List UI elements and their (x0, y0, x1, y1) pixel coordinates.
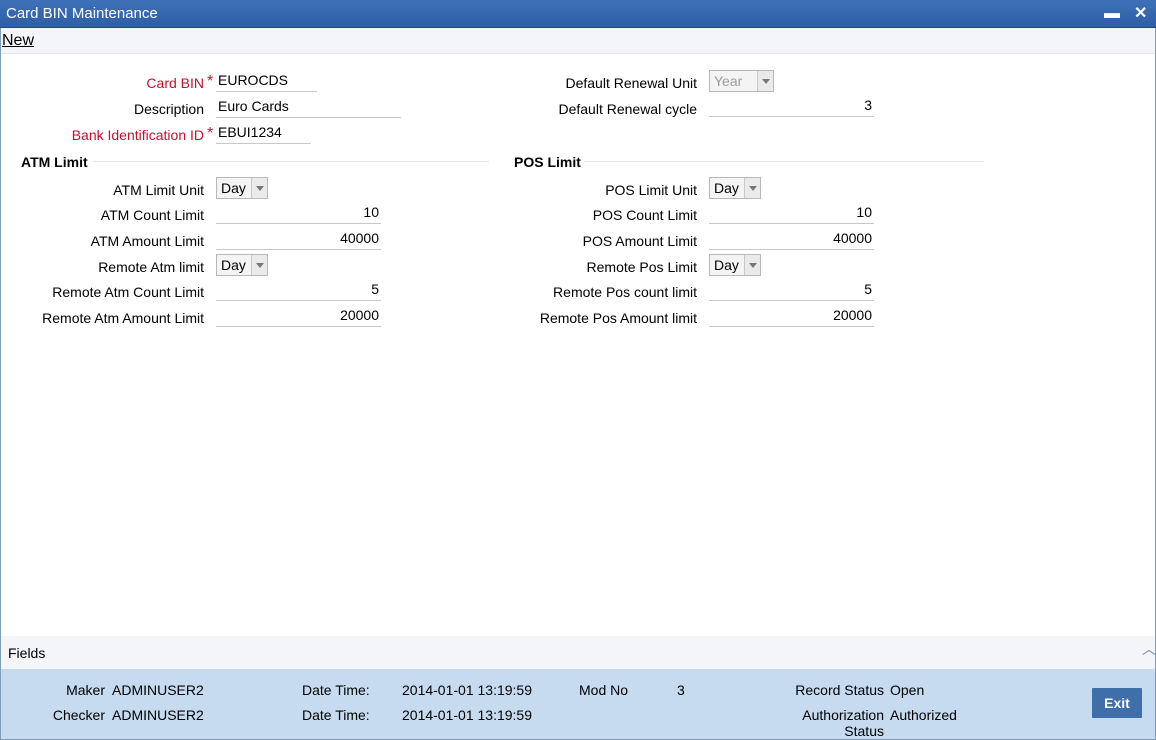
mod-no-label: Mod No (579, 682, 629, 698)
atm-count-limit-field[interactable]: 10 (216, 202, 381, 224)
fields-label: Fields (8, 645, 46, 661)
remote-atm-limit-select[interactable]: Day (216, 254, 268, 276)
checker-label: Checker (52, 707, 105, 723)
atm-limit-heading: ATM Limit (21, 154, 88, 170)
remote-pos-amount-field[interactable]: 20000 (709, 305, 874, 327)
pos-amount-limit-label: POS Amount Limit (582, 233, 697, 249)
minimize-icon[interactable]: ▬ (1104, 5, 1120, 23)
remote-pos-count-label: Remote Pos count limit (553, 284, 697, 300)
maker-datetime-label: Date Time: (302, 682, 370, 698)
description-field[interactable]: Euro Cards (216, 96, 401, 118)
pos-section-divider (585, 161, 984, 162)
bank-id-label: Bank Identification ID (71, 127, 204, 143)
atm-amount-limit-field[interactable]: 40000 (216, 228, 381, 250)
window-title: Card BIN Maintenance (6, 5, 158, 22)
checker-datetime-value: 2014-01-01 13:19:59 (402, 707, 532, 723)
toolbar: New (1, 28, 1155, 54)
pos-count-limit-field[interactable]: 10 (709, 202, 874, 224)
atm-limit-unit-value: Day (221, 180, 246, 196)
atm-limit-unit-select[interactable]: Day (216, 177, 268, 199)
pos-limit-unit-select[interactable]: Day (709, 177, 761, 199)
remote-atm-count-field[interactable]: 5 (216, 279, 381, 301)
chevron-up-icon[interactable]: ︿ (1142, 639, 1156, 659)
remote-atm-amount-label: Remote Atm Amount Limit (42, 310, 204, 326)
chevron-down-icon (744, 178, 760, 198)
auth-status-label-line1: Authorization (802, 707, 884, 723)
chevron-down-icon (251, 178, 267, 198)
auth-status-label-line2: Status (844, 723, 884, 739)
title-bar: Card BIN Maintenance ▬ ✕ (0, 0, 1156, 28)
pos-count-limit-label: POS Count Limit (592, 207, 697, 223)
atm-limit-unit-label: ATM Limit Unit (113, 182, 204, 198)
audit-footer: Maker ADMINUSER2 Checker ADMINUSER2 Date… (1, 669, 1155, 739)
remote-pos-limit-select[interactable]: Day (709, 254, 761, 276)
new-link[interactable]: New (2, 32, 34, 50)
checker-datetime-label: Date Time: (302, 707, 370, 723)
remote-atm-count-label: Remote Atm Count Limit (52, 284, 204, 300)
pos-limit-unit-value: Day (714, 180, 739, 196)
required-marker: * (207, 125, 214, 142)
atm-section-divider (93, 161, 489, 162)
atm-amount-limit-label: ATM Amount Limit (90, 233, 204, 249)
remote-pos-count-field[interactable]: 5 (709, 279, 874, 301)
maker-label: Maker (66, 682, 105, 698)
remote-atm-limit-value: Day (221, 257, 246, 273)
remote-atm-amount-field[interactable]: 20000 (216, 305, 381, 327)
fields-bar[interactable]: Fields ︿ (1, 636, 1156, 669)
maker-value: ADMINUSER2 (112, 682, 204, 698)
record-status-value: Open (890, 682, 925, 698)
remote-pos-amount-label: Remote Pos Amount limit (539, 310, 697, 326)
pos-limit-heading: POS Limit (514, 154, 581, 170)
renewal-unit-select[interactable]: Year (709, 70, 774, 92)
description-label: Description (133, 101, 204, 117)
chevron-down-icon (744, 255, 760, 275)
chevron-down-icon (757, 71, 773, 91)
renewal-unit-label: Default Renewal Unit (565, 75, 697, 91)
record-status-label: Record Status (795, 682, 884, 698)
remote-pos-limit-value: Day (714, 257, 739, 273)
auth-status-value: Authorized (890, 707, 957, 723)
remote-pos-limit-label: Remote Pos Limit (586, 259, 697, 275)
atm-count-limit-label: ATM Count Limit (100, 207, 204, 223)
checker-value: ADMINUSER2 (112, 707, 204, 723)
chevron-down-icon (251, 255, 267, 275)
remote-atm-limit-label: Remote Atm limit (98, 259, 204, 275)
required-marker: * (207, 73, 214, 90)
mod-no-value: 3 (677, 682, 685, 698)
card-bin-label: Card BIN (146, 75, 204, 91)
pos-limit-unit-label: POS Limit Unit (605, 182, 697, 198)
pos-amount-limit-field[interactable]: 40000 (709, 228, 874, 250)
renewal-cycle-field[interactable]: 3 (709, 95, 874, 117)
renewal-unit-value: Year (714, 73, 743, 89)
close-icon[interactable]: ✕ (1134, 5, 1147, 23)
card-bin-field[interactable]: EUROCDS (216, 70, 317, 92)
exit-button[interactable]: Exit (1092, 688, 1142, 718)
bank-id-field[interactable]: EBUI1234 (216, 122, 311, 144)
renewal-cycle-label: Default Renewal cycle (558, 101, 697, 117)
maker-datetime-value: 2014-01-01 13:19:59 (402, 682, 532, 698)
